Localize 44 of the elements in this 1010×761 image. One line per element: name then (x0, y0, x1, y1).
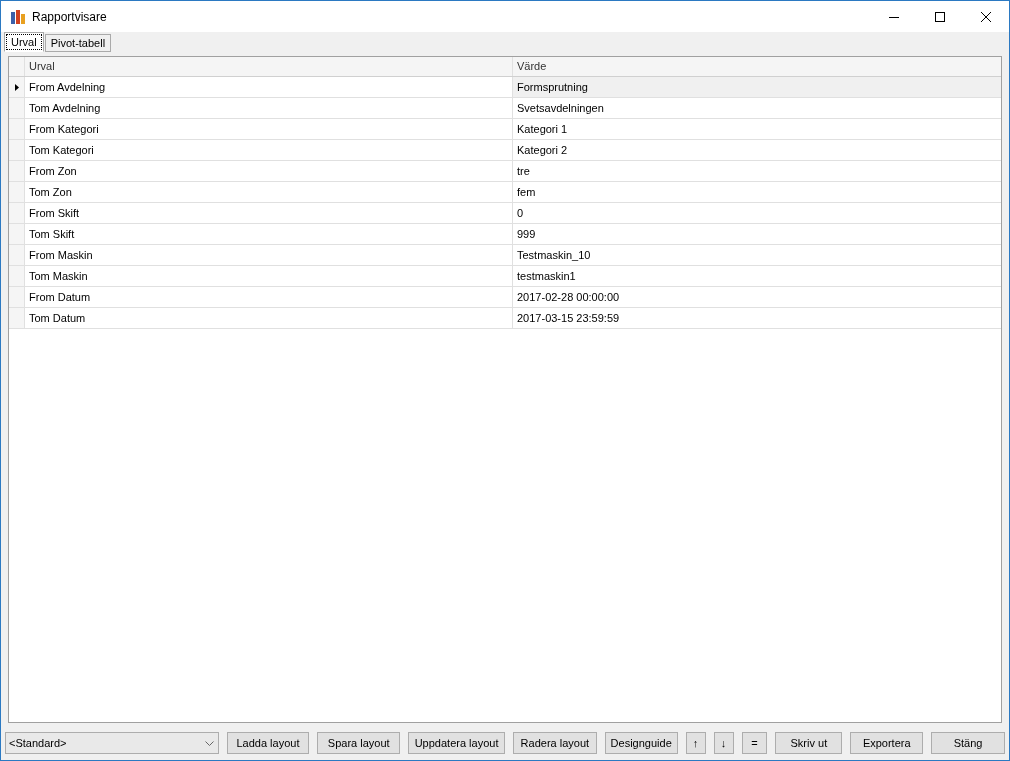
table-cell: Tom Skift (25, 224, 513, 244)
table-cell-text: fem (516, 184, 537, 200)
chevron-icon (204, 740, 214, 746)
table-cell-text: testmaskin1 (516, 268, 577, 284)
action-button[interactable]: Stäng (931, 732, 1005, 754)
action-button[interactable]: ↑ (685, 732, 706, 754)
table-cell-text: 0 (516, 205, 525, 221)
action-button[interactable]: ↓ (713, 732, 734, 754)
table-cell: Tom Maskin (25, 266, 513, 286)
action-button[interactable]: Radera layout (512, 732, 597, 754)
table-cell-text: Svetsavdelningen (516, 100, 605, 116)
table-cell: From Maskin (25, 245, 513, 265)
row-header[interactable] (9, 77, 25, 97)
close-icon (981, 11, 991, 22)
table-cell: From Kategori (25, 119, 513, 139)
table-cell: From Datum (25, 287, 513, 307)
table-cell-text: 999 (516, 226, 537, 242)
tab[interactable]: Pivot-tabell (44, 34, 112, 52)
table-cell: Formsprutning (513, 77, 1001, 97)
table-cell: From Skift (25, 203, 513, 223)
action-button[interactable]: Designguide (604, 732, 678, 754)
tab[interactable]: Urval (4, 32, 44, 52)
window-title: Rapportvisare (32, 8, 107, 26)
table-cell: Tom Datum (25, 308, 513, 328)
table-cell-text: 2017-02-28 00:00:00 (516, 289, 621, 305)
table-cell-text: Testmaskin_10 (516, 247, 592, 263)
action-button[interactable]: Ladda layout (226, 732, 310, 754)
table-cell-text: Kategori 1 (516, 121, 569, 137)
action-button[interactable]: = (741, 732, 768, 754)
maximize-icon (935, 11, 945, 22)
action-button[interactable]: Uppdatera layout (408, 732, 505, 754)
action-button[interactable]: Skriv ut (775, 732, 843, 754)
layout-dropdown[interactable]: <Standard> (5, 732, 219, 754)
current-row-icon (14, 83, 19, 91)
table-cell-text: Kategori 2 (516, 142, 569, 158)
table-cell-text: 2017-03-15 23:59:59 (516, 310, 621, 326)
table-cell: Tom Kategori (25, 140, 513, 160)
table-cell: Tom Avdelning (25, 98, 513, 118)
action-button[interactable]: Spara layout (317, 732, 401, 754)
action-button[interactable]: Exportera (850, 732, 924, 754)
table-cell: Tom Zon (25, 182, 513, 202)
app-icon (10, 8, 26, 25)
table-cell: From Zon (25, 161, 513, 181)
table-cell-text: tre (516, 163, 531, 179)
